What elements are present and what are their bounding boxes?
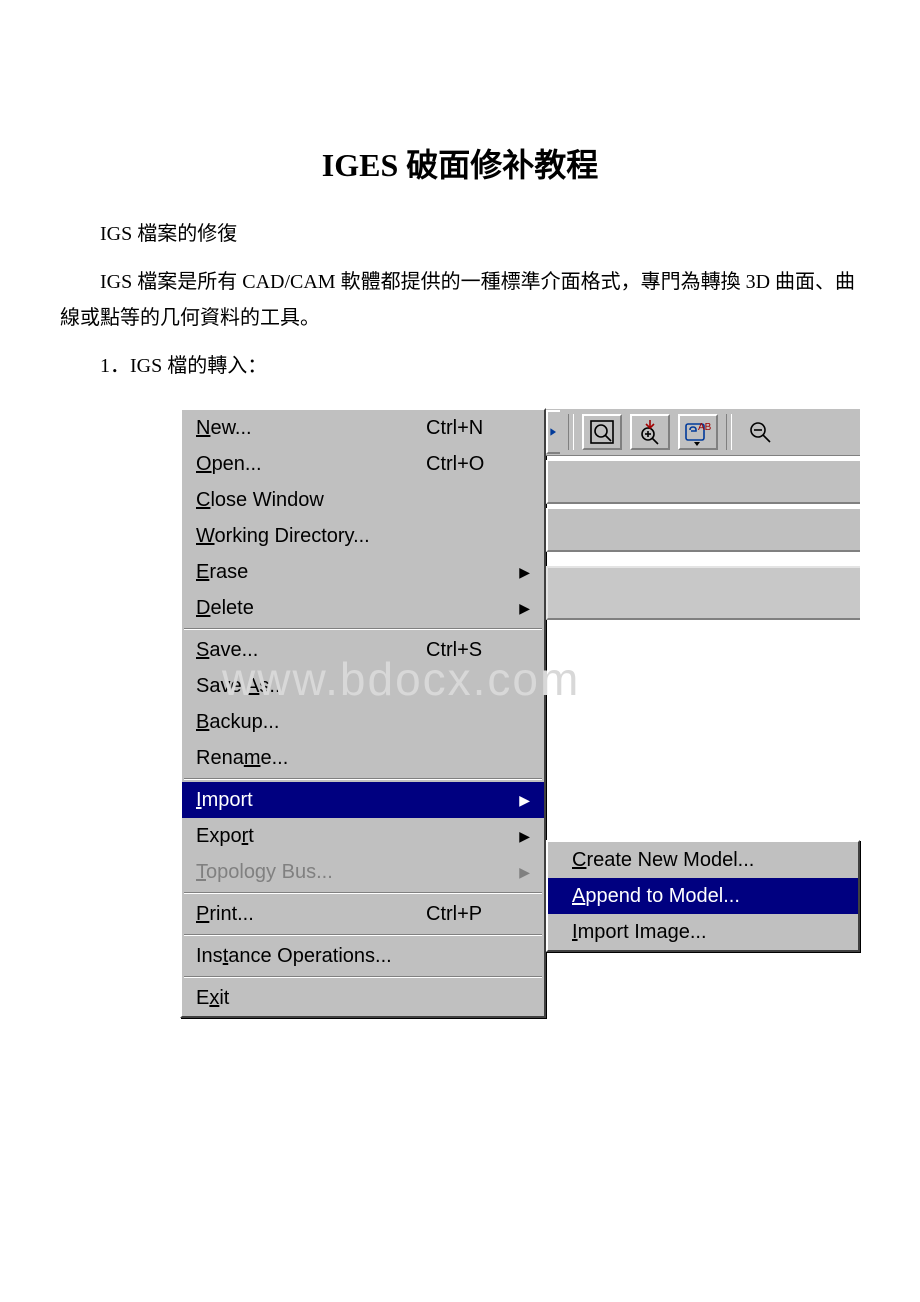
zoom-box-icon[interactable]: [582, 414, 622, 450]
page-title: IGES 破面修补教程: [60, 140, 860, 186]
menu-item-export[interactable]: Export ▶: [182, 818, 544, 854]
menu-item-save-as[interactable]: Save As...: [182, 668, 544, 704]
paragraph-1: IGS 檔案的修復: [60, 216, 860, 252]
bevel-bar: [546, 508, 860, 552]
menu-item-open[interactable]: Open... Ctrl+O: [182, 446, 544, 482]
menu-item-import[interactable]: Import ▶: [182, 782, 544, 818]
menu-separator: [184, 934, 542, 936]
menu-item-new[interactable]: New... Ctrl+N: [182, 410, 544, 446]
submenu-item-import-image[interactable]: Import Image...: [548, 914, 858, 950]
menu-item-exit[interactable]: Exit: [182, 980, 544, 1016]
menu-item-erase[interactable]: Erase ▶: [182, 554, 544, 590]
menu-item-backup[interactable]: Backup...: [182, 704, 544, 740]
paragraph-3: 1．IGS 檔的轉入：: [60, 348, 860, 384]
menu-separator: [184, 778, 542, 780]
toolbar-separator: [568, 414, 574, 450]
file-menu: New... Ctrl+N Open... Ctrl+O Close Windo…: [180, 408, 546, 1018]
toolbar-separator: [726, 414, 732, 450]
submenu-item-append-to-model[interactable]: Append to Model...: [548, 878, 858, 914]
menu-item-instance-operations[interactable]: Instance Operations...: [182, 938, 544, 974]
play-right-icon[interactable]: [546, 410, 560, 454]
menu-separator: [184, 628, 542, 630]
menu-item-print[interactable]: Print... Ctrl+P: [182, 896, 544, 932]
zoom-in-arrow-icon[interactable]: [630, 414, 670, 450]
bevel-bar: [546, 460, 860, 504]
submenu-item-create-new-model[interactable]: Create New Model...: [548, 842, 858, 878]
import-submenu: Create New Model... Append to Model... I…: [546, 840, 860, 952]
menu-screenshot: New... Ctrl+N Open... Ctrl+O Close Windo…: [180, 408, 860, 1018]
menu-item-delete[interactable]: Delete ▶: [182, 590, 544, 626]
bevel-bar: [546, 566, 860, 620]
zoom-out-icon[interactable]: [740, 414, 780, 450]
menu-separator: [184, 976, 542, 978]
toolbar: AB: [546, 408, 860, 456]
menu-item-rename[interactable]: Rename...: [182, 740, 544, 776]
svg-text:AB: AB: [698, 422, 712, 433]
menu-item-topology-bus: Topology Bus... ▶: [182, 854, 544, 890]
paragraph-2: IGS 檔案是所有 CAD/CAM 軟體都提供的一種標準介面格式，專門為轉換 3…: [60, 264, 860, 336]
menu-separator: [184, 892, 542, 894]
menu-item-save[interactable]: Save... Ctrl+S: [182, 632, 544, 668]
menu-item-close-window[interactable]: Close Window: [182, 482, 544, 518]
menu-item-working-directory[interactable]: Working Directory...: [182, 518, 544, 554]
right-column: AB Create New Model... Append: [546, 408, 860, 952]
document-page: IGES 破面修补教程 IGS 檔案的修復 IGS 檔案是所有 CAD/CAM …: [0, 0, 920, 1058]
ab-settings-icon[interactable]: AB: [678, 414, 718, 450]
